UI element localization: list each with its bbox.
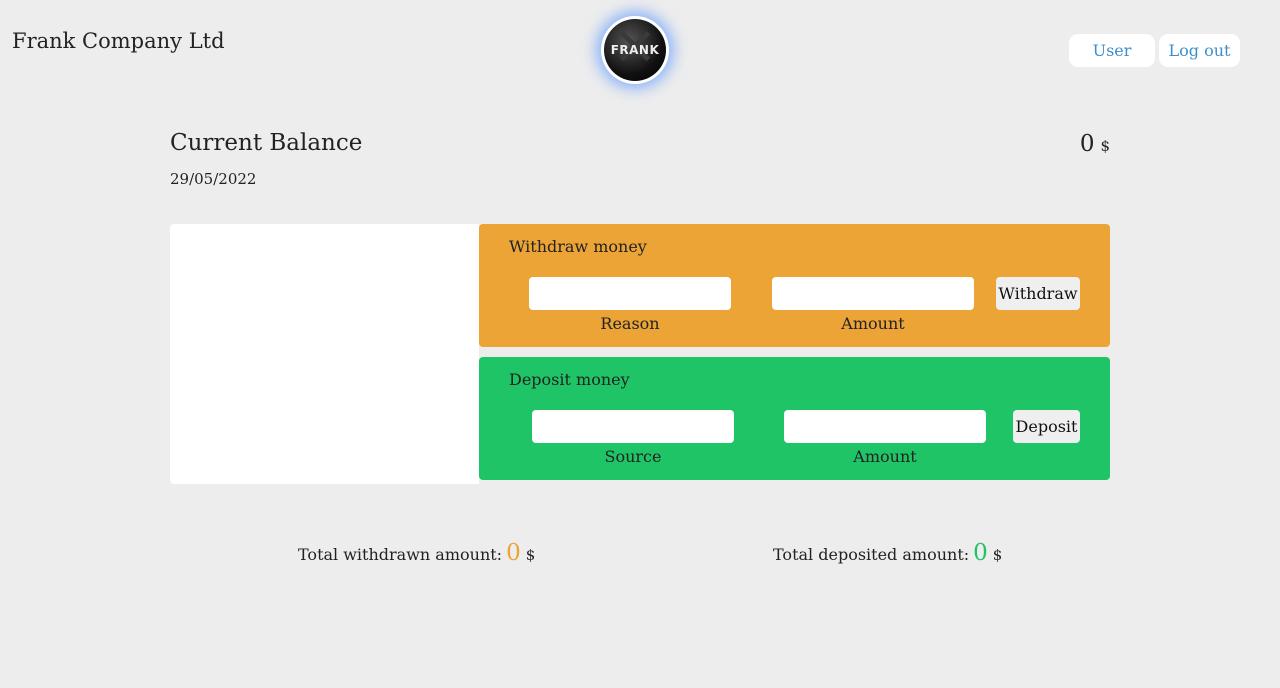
deposit-source-input[interactable]: [532, 410, 734, 443]
deposit-button[interactable]: Deposit: [1013, 410, 1080, 443]
total-withdrawn-currency: $: [525, 546, 536, 564]
deposit-title: Deposit money: [509, 370, 630, 389]
deposit-form: Deposit money Source Amount Deposit: [479, 357, 1110, 480]
withdraw-title: Withdraw money: [509, 237, 647, 256]
total-deposited-currency: $: [992, 546, 1003, 564]
total-deposited-value: 0: [973, 540, 988, 566]
withdraw-amount-input[interactable]: [772, 277, 974, 310]
balance-currency: $: [1100, 137, 1110, 155]
total-withdrawn: Total withdrawn amount: 0 $: [298, 540, 535, 566]
total-deposited-label: Total deposited amount:: [773, 545, 970, 564]
balance-title: Current Balance: [170, 130, 363, 156]
company-logo: ✕ FRANK: [601, 16, 669, 84]
withdraw-form: Withdraw money Reason Amount Withdraw: [479, 224, 1110, 347]
withdraw-button[interactable]: Withdraw: [996, 277, 1080, 310]
withdraw-amount-label: Amount: [841, 314, 905, 333]
balance-date: 29/05/2022: [170, 170, 257, 188]
total-withdrawn-value: 0: [506, 540, 521, 566]
deposit-amount-label: Amount: [853, 447, 917, 466]
deposit-amount-input[interactable]: [784, 410, 986, 443]
total-deposited: Total deposited amount: 0 $: [773, 540, 1002, 566]
total-withdrawn-label: Total withdrawn amount:: [298, 545, 503, 564]
company-name: Frank Company Ltd: [12, 29, 225, 53]
withdraw-reason-label: Reason: [600, 314, 660, 333]
logout-button[interactable]: Log out: [1159, 34, 1240, 67]
logo-text: FRANK: [610, 43, 660, 57]
logo-emblem: ✕ FRANK: [604, 19, 666, 81]
balance-value: 0: [1079, 131, 1095, 157]
user-button[interactable]: User: [1069, 34, 1155, 67]
transactions-panel: [170, 224, 479, 484]
balance-amount: 0 $: [1080, 131, 1110, 157]
deposit-source-label: Source: [604, 447, 662, 466]
withdraw-reason-input[interactable]: [529, 277, 731, 310]
